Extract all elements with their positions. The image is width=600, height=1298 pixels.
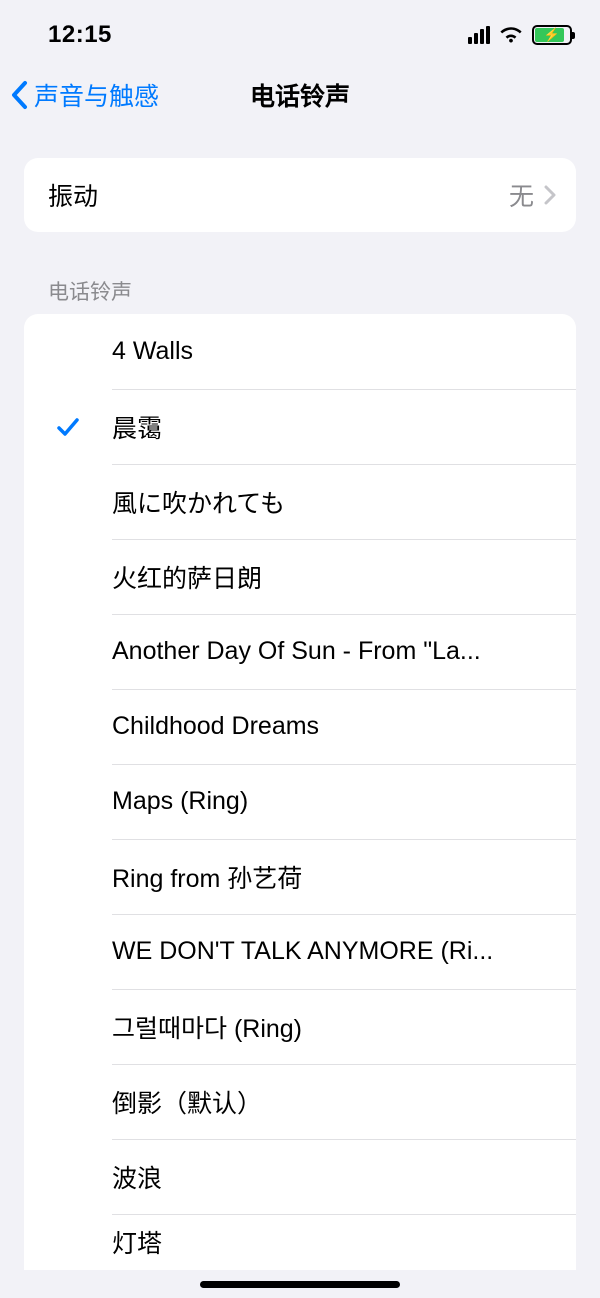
ringtone-label: 波浪 (112, 1159, 556, 1195)
ringtone-label: 晨霭 (112, 409, 556, 445)
ringtone-item[interactable]: Another Day Of Sun - From "La... (24, 614, 576, 689)
status-time: 12:15 (48, 21, 112, 49)
ringtone-label: Ring from 孙艺荷 (112, 859, 556, 895)
vibration-value: 无 (509, 177, 534, 213)
checkmark-icon (55, 414, 81, 440)
ringtone-label: 風に吹かれても (112, 484, 556, 520)
ringtone-label: WE DON'T TALK ANYMORE (Ri... (112, 937, 556, 966)
back-label: 声音与触感 (34, 77, 159, 113)
ringtone-label: Childhood Dreams (112, 712, 556, 741)
ringtone-item[interactable]: 風に吹かれても (24, 464, 576, 539)
vibration-label: 振动 (48, 177, 509, 213)
status-icons: ⚡ (468, 25, 572, 45)
vibration-row[interactable]: 振动 无 (24, 158, 576, 232)
ringtone-item[interactable]: WE DON'T TALK ANYMORE (Ri... (24, 914, 576, 989)
ringtone-item[interactable]: 灯塔 (24, 1214, 576, 1270)
ringtone-label: Another Day Of Sun - From "La... (112, 637, 556, 666)
ringtone-label: 火红的萨日朗 (112, 559, 556, 595)
check-col (24, 414, 112, 440)
ringtone-item[interactable]: Ring from 孙艺荷 (24, 839, 576, 914)
battery-charging-icon: ⚡ (532, 25, 572, 45)
ringtone-label: 4 Walls (112, 337, 556, 366)
home-indicator[interactable] (200, 1281, 400, 1288)
ringtones-section-header: 电话铃声 (48, 276, 600, 306)
page-title: 电话铃声 (250, 77, 350, 113)
ringtone-item[interactable]: 그럴때마다 (Ring) (24, 989, 576, 1064)
ringtone-item-selected[interactable]: 晨霭 (24, 389, 576, 464)
wifi-icon (498, 25, 524, 45)
ringtone-item[interactable]: 4 Walls (24, 314, 576, 389)
ringtone-label: 灯塔 (112, 1224, 556, 1260)
ringtone-item-default[interactable]: 倒影（默认） (24, 1064, 576, 1139)
ringtone-item[interactable]: Maps (Ring) (24, 764, 576, 839)
ringtone-item[interactable]: 波浪 (24, 1139, 576, 1214)
ringtone-label: 倒影（默认） (112, 1084, 556, 1120)
chevron-right-icon (544, 185, 556, 205)
cellular-icon (468, 26, 490, 44)
ringtone-label: 그럴때마다 (Ring) (112, 1009, 556, 1045)
nav-header: 声音与触感 电话铃声 (0, 60, 600, 130)
ringtone-label: Maps (Ring) (112, 787, 556, 816)
back-button[interactable]: 声音与触感 (0, 77, 159, 113)
vibration-group: 振动 无 (24, 158, 576, 232)
ringtone-list: 4 Walls 晨霭 風に吹かれても 火红的萨日朗 Another Day Of… (24, 314, 576, 1270)
status-bar: 12:15 ⚡ (0, 0, 600, 60)
ringtone-item[interactable]: 火红的萨日朗 (24, 539, 576, 614)
chevron-left-icon (10, 80, 28, 110)
ringtone-item[interactable]: Childhood Dreams (24, 689, 576, 764)
